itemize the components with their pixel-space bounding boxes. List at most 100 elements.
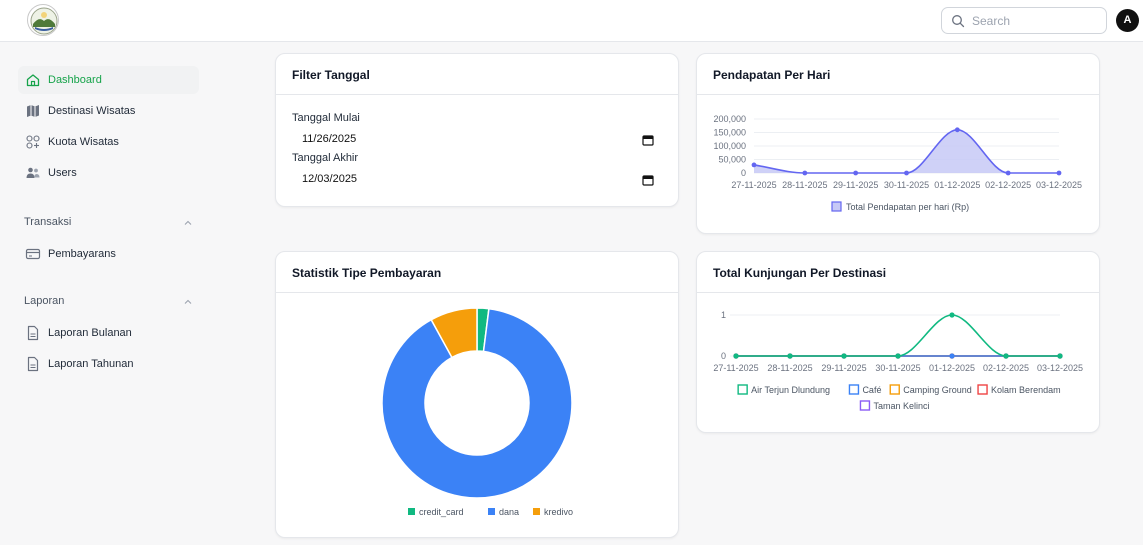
sidebar-item-label: Pembayarans [48, 248, 116, 260]
x-tick-label: 28-11-2025 [782, 180, 827, 190]
legend-label: Kolam Berendam [991, 385, 1061, 395]
grid-plus-icon [26, 135, 40, 149]
data-point [949, 353, 955, 359]
legend-label: Taman Kelinci [873, 401, 929, 411]
y-tick-label: 0 [721, 351, 726, 361]
legend-swatch [737, 384, 748, 395]
chevron-up-icon [184, 299, 192, 304]
search-placeholder: Search [972, 14, 1011, 28]
area-fill [754, 129, 1059, 173]
revenue-area-chart: 0 50,000 100,000 150,000 200,000 27-11-2025 28… [713, 114, 1082, 212]
data-point [853, 170, 859, 176]
logo-emblem-icon [30, 7, 58, 35]
end-date-input[interactable]: 12/03/2025 [292, 170, 664, 190]
legend-label: dana [499, 507, 519, 517]
payment-chart-card: Statistik Tipe Pembayaran credit_card dan… [275, 251, 679, 538]
filter-card: Filter Tanggal Tanggal Mulai 11/26/2025 … [275, 53, 679, 207]
x-tick-label: 29-11-2025 [821, 363, 866, 373]
y-tick-label: 150,000 [713, 128, 746, 138]
card-divider [276, 94, 678, 95]
sidebar-item-label: Dashboard [48, 74, 102, 86]
x-tick-label: 27-11-2025 [731, 180, 776, 190]
section-laporan-toggle[interactable]: Laporan [24, 294, 194, 310]
legend-swatch [848, 384, 860, 395]
x-tick-label: 27-11-2025 [713, 363, 758, 373]
legend-swatch [488, 508, 495, 515]
sidebar-item-label: Laporan Bulanan [48, 327, 132, 339]
sidebar-item-laporan-tahunan[interactable]: Laporan Tahunan [18, 350, 199, 378]
x-tick-label: 30-11-2025 [875, 363, 920, 373]
sidebar-item-label: Laporan Tahunan [48, 358, 134, 370]
card-icon [25, 248, 41, 260]
sidebar-item-kuota-wisatas[interactable]: Kuota Wisatas [18, 128, 199, 156]
start-date-input[interactable]: 11/26/2025 [292, 130, 664, 150]
legend-swatch [831, 201, 842, 212]
data-point [904, 170, 909, 176]
end-date-label: Tanggal Akhir [292, 152, 359, 164]
legend-label: kredivo [544, 507, 573, 517]
card-title: Pendapatan Per Hari [713, 68, 831, 82]
data-point [895, 353, 901, 359]
x-tick-label: 03-12-2025 [1037, 363, 1083, 373]
legend-label: credit_card [419, 507, 464, 517]
y-tick-label: 0 [741, 168, 746, 178]
data-point [949, 312, 955, 318]
start-date-value: 11/26/2025 [302, 133, 357, 145]
sidebar-item-pembayarans[interactable]: Pembayarans [18, 240, 199, 268]
section-title: Transaksi [24, 216, 72, 228]
visits-chart-card: Total Kunjungan Per Destinasi 0 1 27-11-20… [696, 251, 1100, 433]
search-icon [952, 15, 965, 28]
card-title: Total Kunjungan Per Destinasi [713, 266, 887, 280]
legend-label: Camping Ground [903, 385, 972, 395]
x-tick-label: 02-12-2025 [985, 180, 1031, 190]
data-point [1057, 353, 1063, 359]
section-title: Laporan [24, 295, 65, 307]
start-date-label: Tanggal Mulai [292, 112, 360, 124]
calendar-icon[interactable] [642, 134, 654, 146]
data-point [1056, 170, 1062, 176]
series-line [753, 128, 1059, 174]
user-avatar[interactable]: A [1116, 9, 1139, 32]
y-tick-label: 50,000 [718, 155, 746, 165]
y-tick-label: 100,000 [713, 141, 746, 151]
visits-line-chart: 0 1 27-11-2025 28-11-2025 29-11-2025 30-11-20… [713, 310, 1083, 411]
sidebar-item-label: Destinasi Wisatas [48, 105, 136, 117]
legend-swatch [859, 400, 871, 411]
data-point [1003, 353, 1009, 359]
sidebar-item-label: Users [48, 167, 77, 179]
legend-swatch [533, 508, 540, 515]
sidebar-item-users[interactable]: Users [18, 159, 199, 187]
legend-label: Air Terjun Dlundung [751, 385, 830, 395]
x-tick-label: 29-11-2025 [833, 180, 878, 190]
series-line [736, 314, 1060, 357]
data-point [841, 353, 847, 359]
data-point [787, 353, 793, 359]
document-icon [27, 325, 39, 341]
payment-donut-chart: credit_card dana kredivo [381, 307, 573, 517]
x-tick-label: 01-12-2025 [929, 363, 975, 373]
users-icon [26, 167, 40, 178]
legend-label: Total Pendapatan per hari (Rp) [846, 202, 969, 212]
x-tick-label: 03-12-2025 [1036, 180, 1082, 190]
data-point [1005, 170, 1011, 176]
sidebar: Dashboard Destinasi Wisatas Kuota Wisata… [0, 43, 216, 545]
sidebar-item-laporan-bulanan[interactable]: Laporan Bulanan [18, 319, 199, 347]
top-bar: Search A [0, 0, 1143, 42]
app-logo[interactable] [27, 4, 59, 36]
sidebar-item-dashboard[interactable]: Dashboard [18, 66, 199, 94]
sidebar-item-destinasi-wisatas[interactable]: Destinasi Wisatas [18, 97, 199, 125]
y-tick-label: 200,000 [713, 114, 746, 124]
card-title: Statistik Tipe Pembayaran [292, 266, 442, 280]
y-tick-label: 1 [721, 310, 726, 320]
section-transaksi-toggle[interactable]: Transaksi [24, 215, 194, 231]
x-tick-label: 28-11-2025 [767, 363, 812, 373]
home-icon [26, 74, 40, 87]
search-input[interactable]: Search [941, 7, 1107, 34]
x-tick-label: 30-11-2025 [884, 180, 929, 190]
data-point [954, 127, 960, 133]
revenue-chart-card: Pendapatan Per Hari 0 50,000 100,000 150,00… [696, 53, 1100, 234]
legend-swatch [889, 384, 900, 395]
chevron-up-icon [184, 220, 192, 225]
calendar-icon[interactable] [642, 174, 654, 186]
end-date-value: 12/03/2025 [302, 173, 358, 185]
